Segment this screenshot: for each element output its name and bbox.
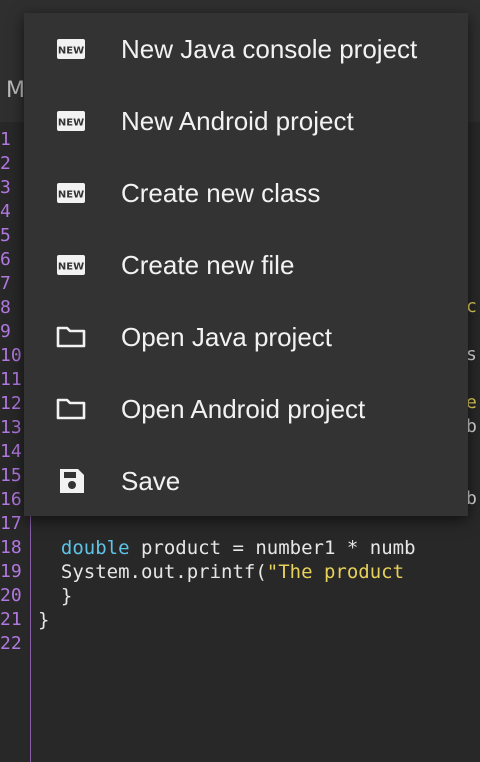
svg-text:NEW: NEW bbox=[58, 118, 84, 129]
code-text: System.out.printf( bbox=[60, 561, 267, 583]
menu-item-create-new-class[interactable]: NEW Create new class bbox=[24, 157, 468, 229]
overflow-menu: NEW New Java console project NEW New And… bbox=[24, 13, 468, 516]
line-number: 20 bbox=[0, 585, 22, 606]
menu-item-label: Open Android project bbox=[121, 394, 366, 424]
menu-item-label: New Android project bbox=[121, 106, 354, 136]
code-line-21: } bbox=[38, 609, 50, 631]
menu-item-label: Save bbox=[121, 466, 181, 496]
svg-text:NEW: NEW bbox=[58, 46, 84, 57]
menu-item-create-new-file[interactable]: NEW Create new file bbox=[24, 229, 468, 301]
new-badge-icon: NEW bbox=[57, 255, 85, 275]
code-line-20: } bbox=[38, 585, 73, 607]
menu-item-open-java-project[interactable]: Open Java project bbox=[24, 301, 468, 373]
menu-item-label: Open Java project bbox=[121, 322, 333, 352]
line-number: 21 bbox=[0, 609, 22, 630]
code-line-18: double product = number1 * numb bbox=[38, 536, 480, 560]
folder-icon bbox=[56, 398, 86, 420]
folder-icon bbox=[56, 326, 86, 348]
string-literal: "The product bbox=[266, 561, 416, 583]
line-number: 22 bbox=[0, 633, 22, 654]
menu-item-new-android-project[interactable]: NEW New Android project bbox=[24, 85, 468, 157]
svg-text:NEW: NEW bbox=[58, 190, 84, 201]
keyword-double: double bbox=[60, 537, 130, 559]
menu-item-save[interactable]: Save bbox=[24, 445, 468, 517]
new-badge-icon: NEW bbox=[57, 39, 85, 59]
menu-item-new-java-console-project[interactable]: NEW New Java console project bbox=[24, 13, 468, 85]
tab-title[interactable]: M bbox=[6, 78, 25, 103]
menu-item-open-android-project[interactable]: Open Android project bbox=[24, 373, 468, 445]
code-text: product = number1 * numb bbox=[129, 537, 416, 559]
new-badge-icon: NEW bbox=[57, 111, 85, 131]
menu-item-label: Create new class bbox=[121, 178, 321, 208]
save-icon bbox=[60, 469, 84, 493]
code-line-19: System.out.printf("The product bbox=[38, 560, 480, 584]
svg-text:NEW: NEW bbox=[58, 262, 84, 273]
menu-item-label: Create new file bbox=[121, 250, 295, 280]
line-number: 18 bbox=[0, 537, 22, 558]
menu-item-label: New Java console project bbox=[121, 34, 418, 64]
line-number: 19 bbox=[0, 561, 22, 582]
new-badge-icon: NEW bbox=[57, 183, 85, 203]
